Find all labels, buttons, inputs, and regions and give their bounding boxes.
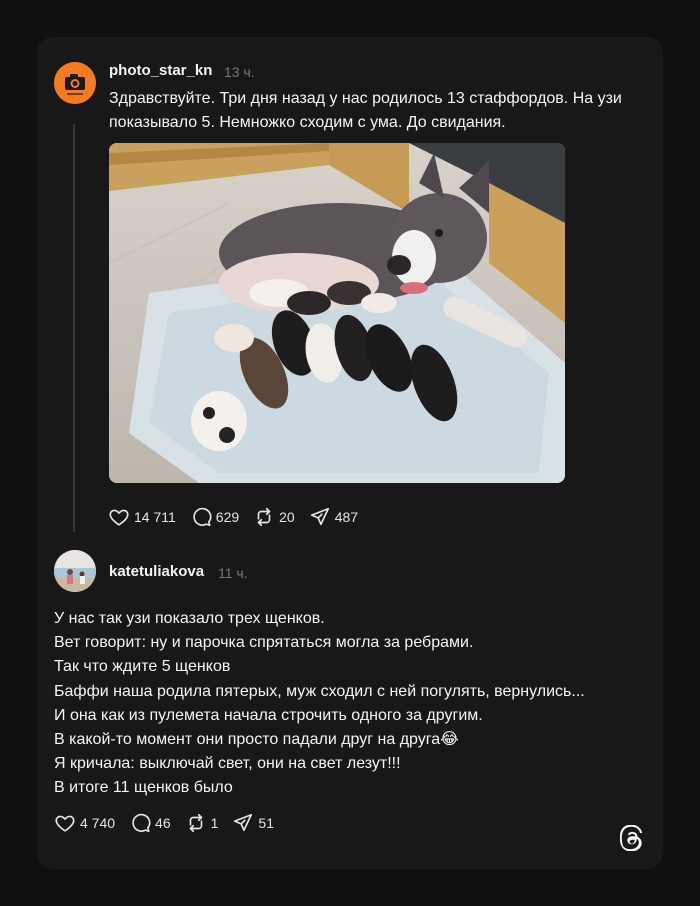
reply-username[interactable]: katetuliakova	[109, 563, 204, 580]
share-button[interactable]: 487	[309, 506, 358, 528]
avatar[interactable]	[54, 62, 96, 104]
post-text: Здравствуйте. Три дня назад у нас родило…	[109, 90, 622, 131]
reply-line-with-emoji: В какой-то момент они просто падали друг…	[54, 728, 654, 752]
comment-bubble-icon	[132, 813, 151, 833]
share-count: 487	[334, 509, 359, 525]
reply-line: Так что ждите 5 щенков	[54, 658, 231, 676]
comment-count: 629	[215, 509, 240, 525]
like-button[interactable]: 14 711	[108, 506, 176, 528]
reply-line: Вет говорит: ну и парочка спрятаться мог…	[54, 634, 474, 652]
share-button[interactable]: 51	[232, 812, 274, 834]
comment-bubble-icon	[193, 507, 212, 527]
camera-logo-icon	[54, 62, 96, 104]
reply-line: Я кричала: выключай свет, они на свет ле…	[54, 755, 401, 773]
user-photo-icon	[54, 550, 96, 592]
like-button[interactable]: 4 740	[54, 812, 115, 834]
reply-line: В итоге 11 щенков было	[54, 779, 233, 797]
dog-with-puppies-image	[109, 143, 565, 483]
reply-actions: 4 740 46 1 51	[54, 812, 274, 834]
heart-icon	[109, 509, 129, 526]
repost-icon	[257, 507, 271, 527]
threads-logo-icon[interactable]	[620, 825, 644, 851]
post-username[interactable]: photo_star_kn	[109, 62, 212, 79]
laughing-emoji: 😂	[440, 731, 459, 749]
heart-icon	[55, 815, 75, 832]
reply-line: Баффи наша родила пятерых, муж сходил с …	[54, 682, 585, 700]
post-time: 13 ч.	[224, 64, 255, 80]
like-count: 14 711	[134, 509, 176, 525]
post-photo[interactable]	[109, 143, 565, 483]
repost-button[interactable]: 1	[185, 812, 219, 834]
reply-line: У нас так узи показало трех щенков.	[54, 610, 325, 627]
reply-line: В какой-то момент они просто падали друг…	[54, 731, 441, 749]
share-icon	[234, 813, 253, 832]
repost-icon	[189, 813, 202, 833]
comment-count: 46	[155, 815, 171, 831]
like-count: 4 740	[80, 815, 116, 831]
repost-count: 20	[279, 509, 295, 525]
share-count: 51	[258, 815, 274, 831]
reply-time: 11 ч.	[218, 565, 248, 581]
post-actions: 14 711 629 20 487	[108, 506, 358, 528]
reply-line: И она как из пулемета начала строчить од…	[54, 706, 483, 724]
comment-button[interactable]: 629	[190, 506, 239, 528]
reply-text: У нас так узи показало трех щенков. Вет …	[54, 607, 654, 801]
comment-button[interactable]: 46	[129, 812, 171, 834]
repost-count: 1	[210, 815, 219, 831]
share-icon	[310, 507, 329, 526]
avatar[interactable]	[54, 550, 96, 592]
repost-button[interactable]: 20	[253, 506, 295, 528]
thread-connector-line	[73, 124, 75, 532]
